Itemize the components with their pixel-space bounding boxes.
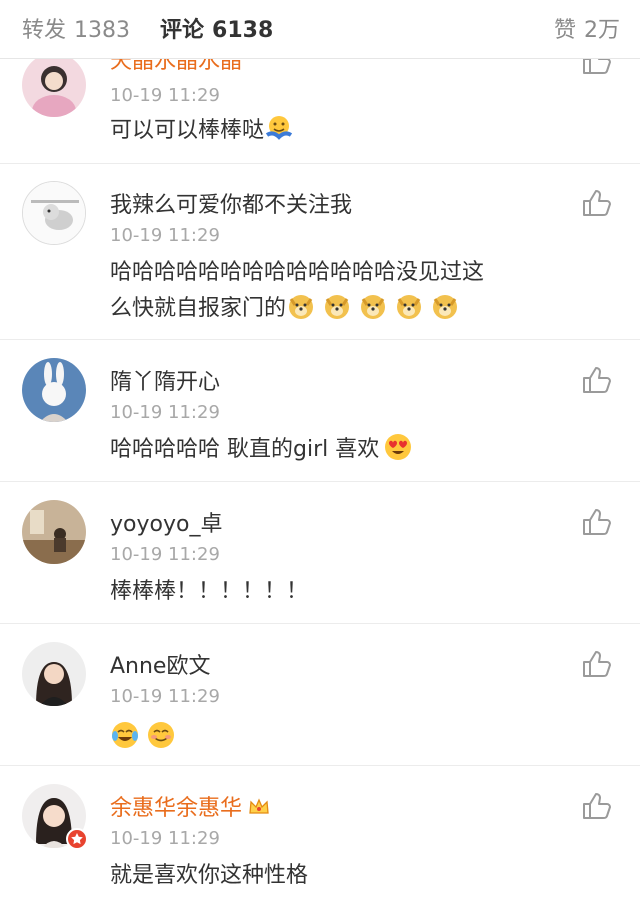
hug-emoji (264, 113, 294, 143)
comment-text: 棒棒棒！！！！！！ (110, 579, 309, 604)
tab-repost-label: 转发 (22, 18, 67, 43)
like-icon[interactable] (580, 364, 612, 396)
comment-text-line1: 哈哈哈哈哈哈哈哈哈哈哈哈哈没见过这 (110, 260, 485, 285)
comment-list: 天晶水晶水晶 10-19 11:29 可以可以棒棒哒 我辣么可爱你都不关注我 1… (0, 59, 640, 908)
doge-emoji (286, 291, 316, 321)
like-icon[interactable] (580, 187, 612, 219)
avatar[interactable] (22, 358, 86, 422)
commenter-name[interactable]: 隋丫隋开心 (110, 364, 220, 396)
comment-item: 我辣么可爱你都不关注我 10-19 11:29 哈哈哈哈哈哈哈哈哈哈哈哈哈没见过… (0, 163, 640, 340)
avatar[interactable] (22, 500, 86, 564)
comment-text-content: 可以可以棒棒哒 (110, 118, 265, 143)
doge-emoji (322, 291, 352, 321)
comment-time: 10-19 11:29 (110, 686, 220, 707)
tears-of-joy-emoji (110, 720, 140, 750)
comment-text: 可以可以棒棒哒 (110, 113, 610, 149)
tab-like[interactable]: 赞 2万 (554, 12, 620, 44)
heart-eyes-emoji (383, 432, 413, 462)
comment-time: 10-19 11:29 (110, 544, 220, 565)
comment-text (110, 720, 610, 756)
doge-emoji (430, 291, 460, 321)
comment-item: yoyoyo_卓 10-19 11:29 棒棒棒！！！！！！ (0, 482, 640, 624)
like-icon[interactable] (580, 790, 612, 822)
comment-time: 10-19 11:29 (110, 85, 220, 106)
comment-item: 隋丫隋开心 10-19 11:29 哈哈哈哈哈 耿直的girl 喜欢 (0, 340, 640, 482)
comment-time: 10-19 11:29 (110, 225, 220, 246)
comment-item: 余惠华余惠华 10-19 11:29 就是喜欢你这种性格 (0, 766, 640, 908)
tab-comment[interactable]: 评论 6138 (160, 12, 273, 44)
avatar[interactable] (22, 642, 86, 706)
commenter-name-text: 余惠华余惠华 (110, 796, 243, 821)
commenter-name[interactable]: yoyoyo_卓 (110, 506, 222, 538)
comment-time: 10-19 11:29 (110, 402, 220, 423)
like-icon[interactable] (580, 648, 612, 680)
like-icon[interactable] (580, 59, 612, 77)
comment-item: Anne欧文 10-19 11:29 (0, 624, 640, 766)
tab-repost-count: 1383 (74, 18, 131, 43)
doge-emoji (358, 291, 388, 321)
tab-comment-count: 6138 (212, 18, 274, 43)
commenter-name[interactable]: Anne欧文 (110, 648, 210, 680)
commenter-name[interactable]: 我辣么可爱你都不关注我 (110, 187, 352, 219)
tab-comment-label: 评论 (160, 18, 205, 43)
comment-text: 哈哈哈哈哈哈哈哈哈哈哈哈哈没见过这 么快就自报家门的 (110, 255, 610, 327)
comment-text-line2-wrap: 么快就自报家门的 (110, 291, 610, 327)
tab-like-count: 2万 (584, 18, 620, 43)
tab-repost[interactable]: 转发 1383 (22, 12, 130, 44)
like-icon[interactable] (580, 506, 612, 538)
comment-text: 哈哈哈哈哈 耿直的girl 喜欢 (110, 432, 610, 468)
tab-like-label: 赞 (553, 18, 576, 43)
commenter-name[interactable]: 余惠华余惠华 (110, 790, 270, 823)
comment-item: 天晶水晶水晶 10-19 11:29 可以可以棒棒哒 (0, 59, 640, 164)
crown-icon (248, 797, 270, 823)
avatar[interactable] (22, 181, 86, 245)
comment-tabs: 转发 1383 评论 6138 赞 2万 (0, 0, 640, 59)
avatar[interactable] (22, 59, 86, 117)
comment-text-line2: 么快就自报家门的 (110, 296, 287, 321)
smile-emoji (146, 720, 176, 750)
commenter-name[interactable]: 天晶水晶水晶 (110, 59, 242, 75)
comment-text: 就是喜欢你这种性格 (110, 863, 309, 888)
doge-emoji (394, 291, 424, 321)
comment-text-content: 哈哈哈哈哈 耿直的girl 喜欢 (110, 437, 380, 462)
comment-time: 10-19 11:29 (110, 828, 220, 849)
vip-badge-icon (66, 828, 88, 850)
